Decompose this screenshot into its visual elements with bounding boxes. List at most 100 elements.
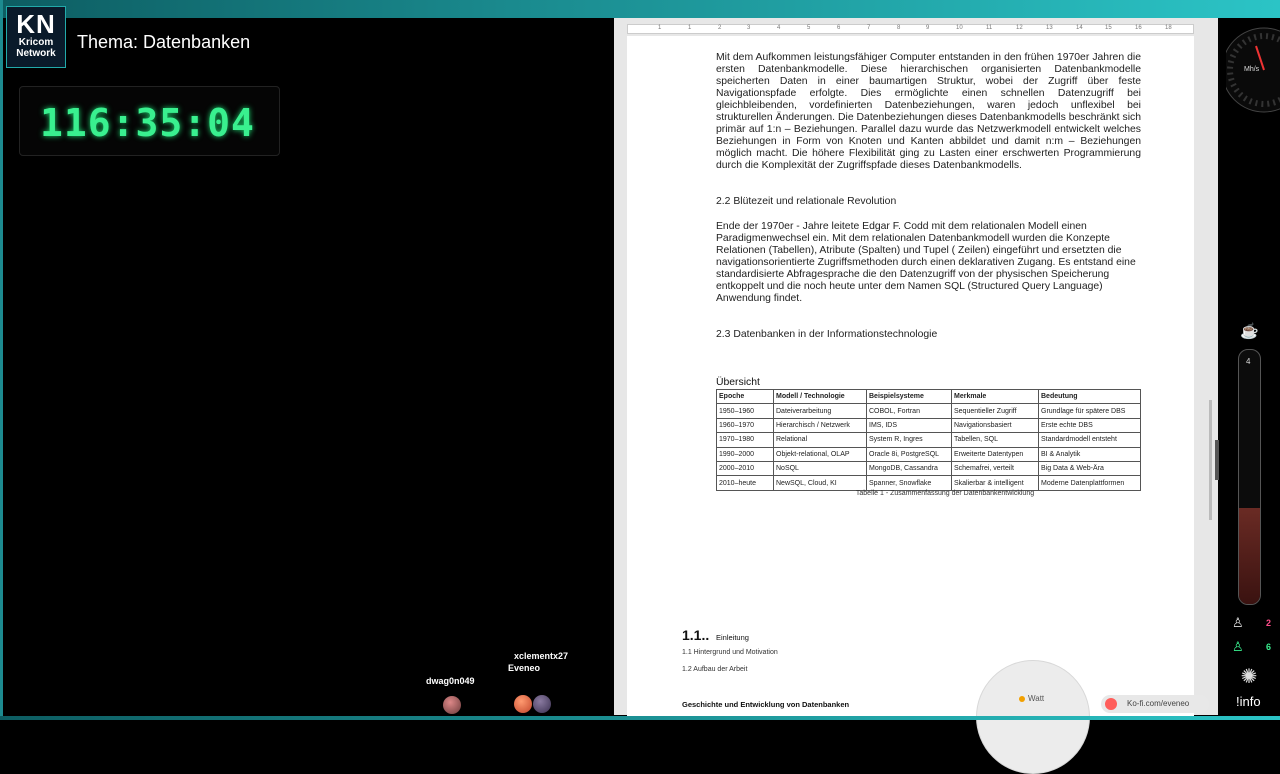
left-frame-edge xyxy=(0,0,3,720)
table-cell: Oracle 8i, PostgreSQL xyxy=(866,446,952,462)
section-title[interactable]: Einleitung xyxy=(716,633,749,642)
person-icon: ♙ xyxy=(1232,639,1244,654)
ruler-number: 5 xyxy=(807,25,811,31)
table-cell: Relational xyxy=(773,432,867,448)
viewer-name-dwag0n049: dwag0n049 xyxy=(426,676,475,686)
ruler-number: 10 xyxy=(956,25,963,31)
paragraph-relational-revolution[interactable]: Ende der 1970er - Jahre leitete Edgar F.… xyxy=(716,221,1141,305)
scrollbar-thumb[interactable] xyxy=(1215,440,1219,480)
table-row: 2000–2010 NoSQL MongoDB, Cassandra Schem… xyxy=(716,460,1141,477)
table-cell: Skalierbar & intelligent xyxy=(951,475,1039,491)
ruler-number: 7 xyxy=(867,25,871,31)
ruler-number: 4 xyxy=(777,25,781,31)
table-row: 1960–1970 Hierarchisch / Netzwerk IMS, I… xyxy=(716,417,1141,434)
ruler-number: 12 xyxy=(1016,25,1023,31)
table-cell: MongoDB, Cassandra xyxy=(866,460,952,477)
table-cell: 1990–2000 xyxy=(716,446,774,462)
ruler-number: 2 xyxy=(718,25,722,31)
paragraph-hierarchical-models[interactable]: Mit dem Aufkommen leistungsfähiger Compu… xyxy=(716,52,1141,172)
table-cell: COBOL, Fortran xyxy=(866,403,952,419)
table-header-cell: Epoche xyxy=(716,388,774,405)
follower-stat: ♙ 2 xyxy=(1229,615,1275,633)
chapter-heading[interactable]: Geschichte und Entwicklung von Datenbank… xyxy=(682,700,849,709)
person-icon: ♙ xyxy=(1232,615,1244,630)
horizontal-ruler[interactable]: 1 1 2 3 4 5 6 7 8 9 10 11 12 13 14 15 16 18 xyxy=(627,24,1194,34)
ruler-number: 1 xyxy=(688,25,692,31)
table-cell: System R, Ingres xyxy=(866,432,952,448)
table-cell: Navigationsbasiert xyxy=(951,417,1039,434)
timer-value: 116:35:04 xyxy=(40,101,255,145)
table-cell: Schemafrei, verteilt xyxy=(951,460,1039,477)
table-cell: NewSQL, Cloud, KI xyxy=(773,475,867,491)
table-cell: 2010–heute xyxy=(716,475,774,491)
ruler-number: 6 xyxy=(837,25,841,31)
ruler-number: 15 xyxy=(1105,25,1112,31)
document-scrollbar[interactable] xyxy=(1209,400,1212,520)
table-cell: Sequentieller Zugriff xyxy=(951,403,1039,419)
ruler-number: 13 xyxy=(1046,25,1053,31)
table-cell: Moderne Datenplattformen xyxy=(1038,475,1141,491)
table-cell: Dateiverarbeitung xyxy=(773,403,867,419)
toc-entry[interactable]: 1.2 Aufbau der Arbeit xyxy=(682,666,747,673)
ruler-number: 1 xyxy=(658,25,662,31)
table-cell: Hierarchisch / Netzwerk xyxy=(773,417,867,434)
viewer-name-eveneo: Eveneo xyxy=(508,663,541,673)
table-header-row: Epoche Modell / Technologie Beispielsyst… xyxy=(716,388,1141,405)
table-cell: 2000–2010 xyxy=(716,460,774,477)
stat-value: 2 xyxy=(1265,618,1271,628)
table-cell: Erste echte DBS xyxy=(1038,417,1141,434)
info-command: !info xyxy=(1236,694,1261,709)
stat-value: 6 xyxy=(1265,642,1271,652)
table-cell: Erweiterte Datentypen xyxy=(951,446,1039,462)
heading-2-3[interactable]: 2.3 Datenbanken in der Informationstechn… xyxy=(716,329,937,340)
table-header-cell: Merkmale xyxy=(951,388,1039,405)
table-cell: Spanner, Snowflake xyxy=(866,475,952,491)
ruler-number: 18 xyxy=(1165,25,1172,31)
table-row: 1970–1980 Relational System R, Ingres Ta… xyxy=(716,432,1141,448)
table-cell: BI & Analytik xyxy=(1038,446,1141,462)
kofi-link[interactable]: Ko-fi.com/eveneo xyxy=(1101,695,1209,713)
heading-2-2[interactable]: 2.2 Blütezeit und relationale Revolution xyxy=(716,196,896,207)
table-header-cell: Bedeutung xyxy=(1038,388,1141,405)
logo-line2: Network xyxy=(16,48,56,59)
table-cell: Standardmodell entsteht xyxy=(1038,432,1141,448)
table-row: 1950–1960 Dateiverarbeitung COBOL, Fortr… xyxy=(716,403,1141,419)
table-cell: NoSQL xyxy=(773,460,867,477)
table-header-cell: Beispielsysteme xyxy=(866,388,952,405)
stream-timer: 116:35:04 xyxy=(19,86,280,156)
viewer-stat: ♙ 6 xyxy=(1229,639,1275,657)
table-header-cell: Modell / Technologie xyxy=(773,388,867,405)
table-title[interactable]: Übersicht xyxy=(716,377,760,388)
viewer-avatar xyxy=(514,695,532,713)
overview-table[interactable]: Epoche Modell / Technologie Beispielsyst… xyxy=(716,388,1141,491)
info-logo-icon: ✺ xyxy=(1240,666,1258,688)
ruler-number: 8 xyxy=(897,25,901,31)
table-cell: Tabellen, SQL xyxy=(951,432,1039,448)
ruler-number: 11 xyxy=(986,25,993,31)
table-cell: Big Data & Web-Ära xyxy=(1038,460,1141,477)
viewer-avatar xyxy=(533,695,551,713)
table-cell: Grundlage für spätere DBS xyxy=(1038,403,1141,419)
ruler-number: 9 xyxy=(926,25,930,31)
tube-fill xyxy=(1239,508,1260,604)
kofi-url: Ko-fi.com/eveneo xyxy=(1127,699,1190,708)
table-row: 2010–heute NewSQL, Cloud, KI Spanner, Sn… xyxy=(716,475,1141,491)
section-number[interactable]: 1.1.. xyxy=(682,627,709,643)
speedometer-unit: Mh/s xyxy=(1244,66,1260,73)
table-cell: Objekt-relational, OLAP xyxy=(773,446,867,462)
table-cell: 1970–1980 xyxy=(716,432,774,448)
level-tube xyxy=(1238,349,1261,605)
ruler-number: 16 xyxy=(1135,25,1142,31)
table-row: 1990–2000 Objekt-relational, OLAP Oracle… xyxy=(716,446,1141,462)
watt-label: Watt xyxy=(1028,694,1045,703)
bottom-frame-bar xyxy=(0,716,1280,720)
top-frame-bar xyxy=(0,0,1280,18)
stream-topic: Thema: Datenbanken xyxy=(77,32,251,52)
table-cell: 1950–1960 xyxy=(716,403,774,419)
watt-indicator-dot xyxy=(1019,696,1025,702)
viewer-name-xclementx27: xclementx27 xyxy=(514,651,569,661)
table-caption: Tabelle 1 - Zusammenfassung der Datenban… xyxy=(855,490,1035,497)
table-cell: 1960–1970 xyxy=(716,417,774,434)
toc-entry[interactable]: 1.1 Hintergrund und Motivation xyxy=(682,649,778,656)
coffee-cup-icon: ☕ xyxy=(1240,323,1259,340)
